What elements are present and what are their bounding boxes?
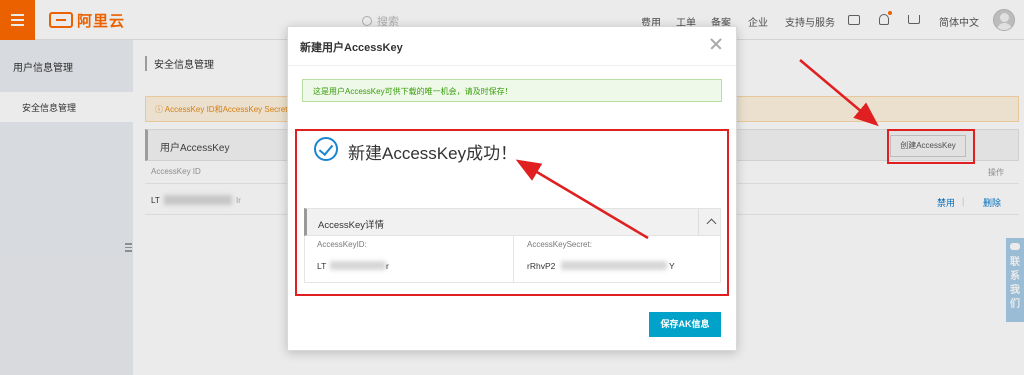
annotation-arrow-create — [799, 59, 879, 127]
annotation-arrows — [515, 59, 879, 240]
annotation-arrow-success — [515, 159, 649, 240]
